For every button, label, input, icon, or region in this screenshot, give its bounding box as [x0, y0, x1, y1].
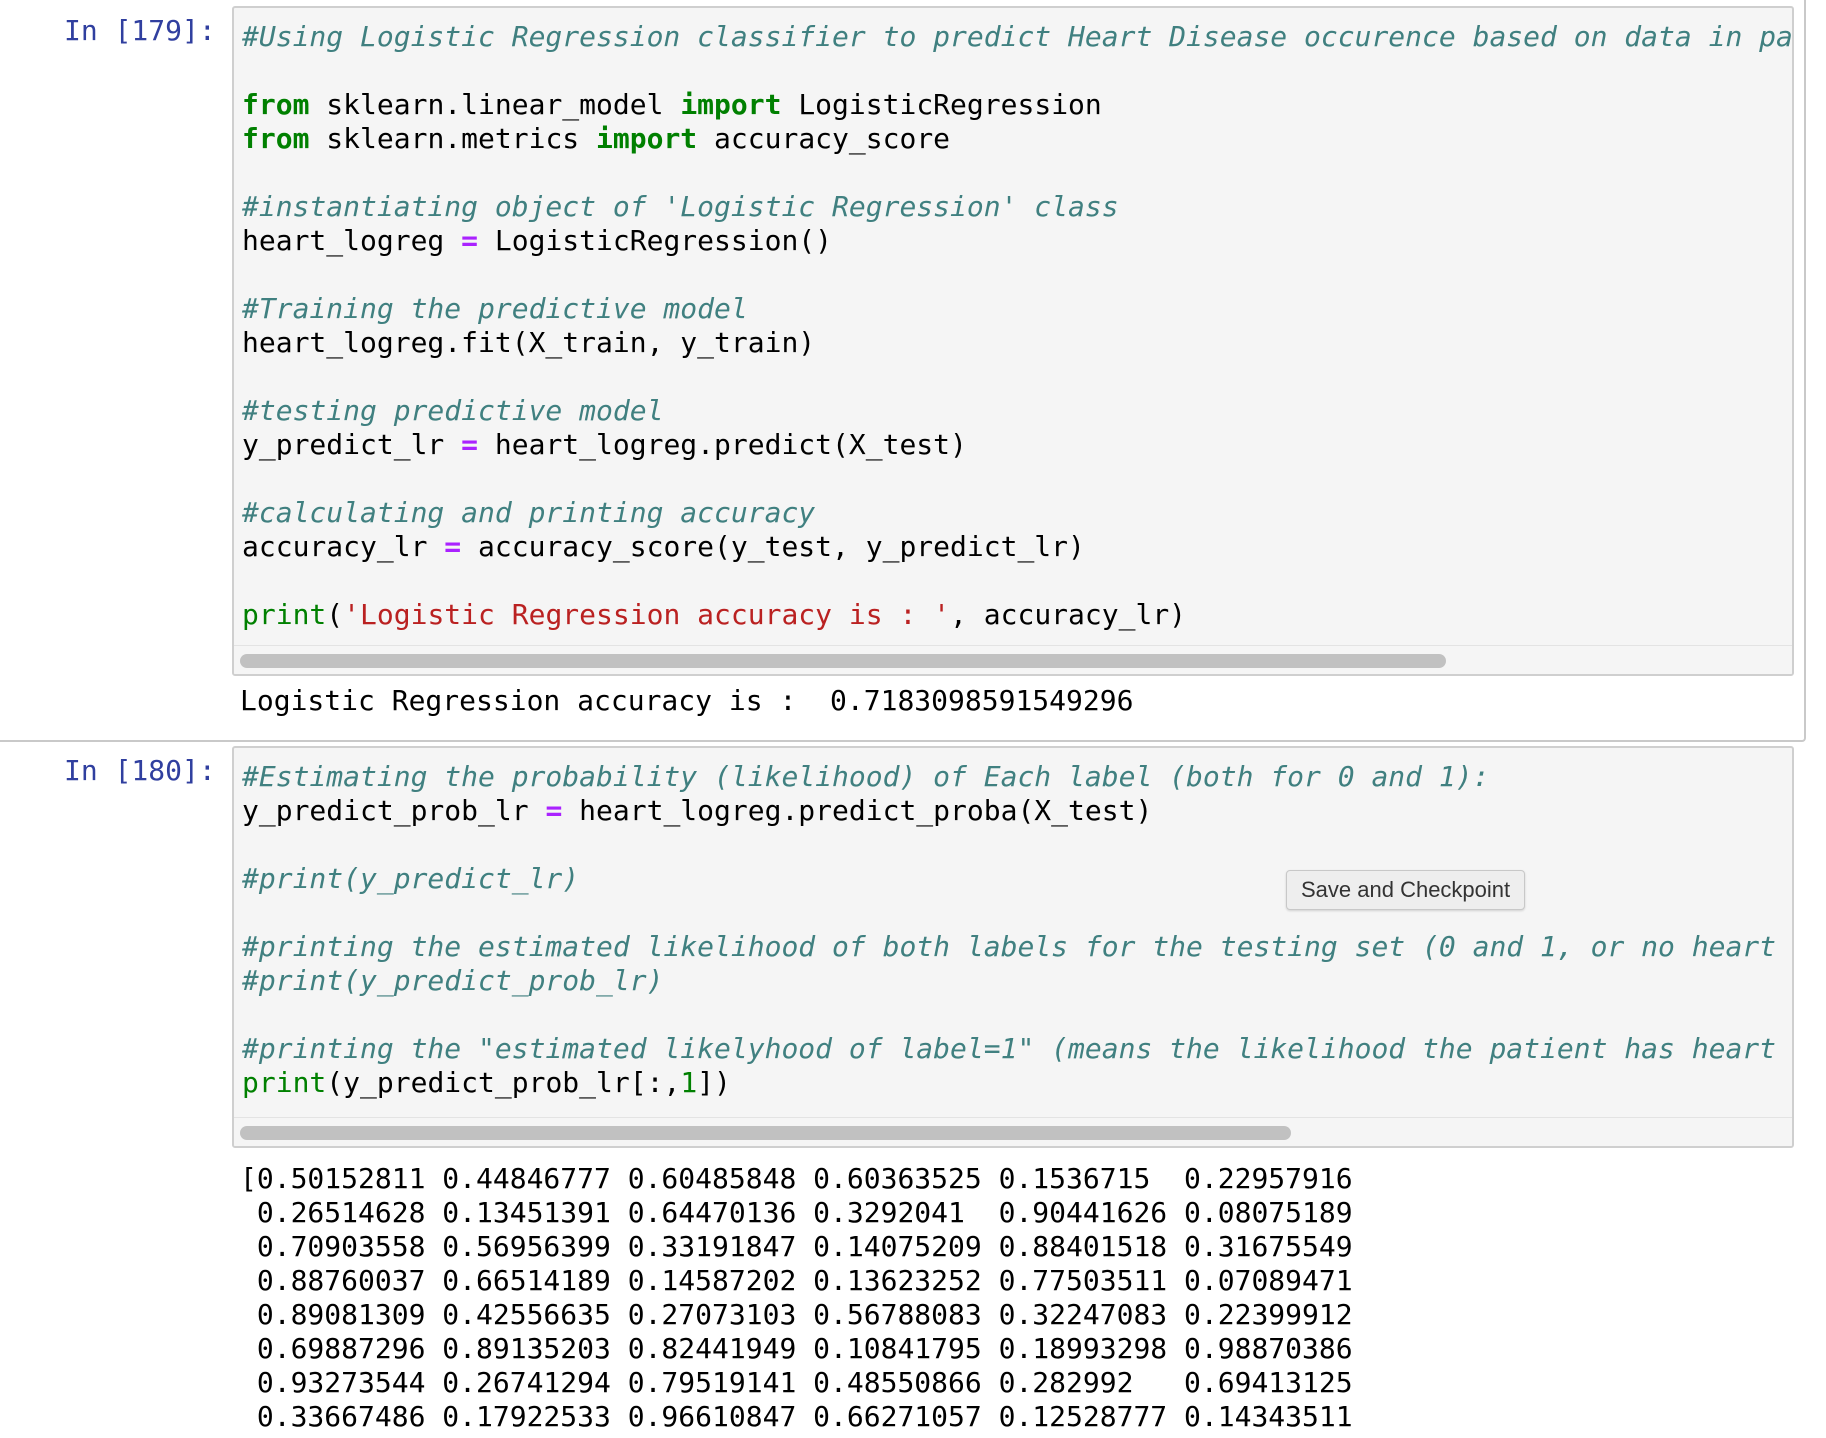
cell-output: Logistic Regression accuracy is : 0.7183…: [240, 684, 1133, 718]
code-line[interactable]: [242, 564, 1792, 598]
save-checkpoint-notification: Save and Checkpoint: [1286, 870, 1526, 910]
code-keyword: import: [596, 122, 698, 155]
code-token: ]): [697, 1066, 731, 1099]
code-line[interactable]: #printing the estimated likelihood of bo…: [242, 930, 1792, 964]
code-token: heart_logreg.predict(X_test): [478, 428, 967, 461]
code-operator: =: [461, 428, 479, 461]
code-token: heart_logreg.fit(X_train, y_train): [242, 326, 816, 359]
code-keyword: from: [242, 88, 310, 121]
output-line: Logistic Regression accuracy is : 0.7183…: [240, 684, 1134, 717]
horizontal-scrollbar[interactable]: [234, 645, 1792, 674]
input-prompt: In [180]:: [64, 754, 216, 787]
code-editor[interactable]: #Using Logistic Regression classifier to…: [232, 6, 1794, 676]
code-token: y_predict_prob_lr: [242, 794, 546, 827]
code-token: sklearn.metrics: [309, 122, 597, 155]
code-line[interactable]: #Training the predictive model: [242, 292, 1792, 326]
output-line: 0.89081309 0.42556635 0.27073103 0.56788…: [240, 1298, 1353, 1331]
code-builtin: print: [242, 598, 327, 631]
code-comment: #printing the estimated likelihood of bo…: [242, 930, 1794, 963]
code-number: 1: [680, 1066, 698, 1099]
code-line[interactable]: [242, 896, 1792, 930]
code-line[interactable]: [242, 828, 1792, 862]
code-token: heart_logreg.predict_proba(X_test): [562, 794, 1153, 827]
code-cell-180[interactable]: In [180]: #Estimating the probability (l…: [0, 744, 1826, 1438]
code-token: , accuracy_lr): [950, 598, 1187, 631]
code-text[interactable]: #Estimating the probability (likelihood)…: [234, 748, 1792, 1100]
code-line[interactable]: accuracy_lr = accuracy_score(y_test, y_p…: [242, 530, 1792, 564]
code-line[interactable]: [242, 998, 1792, 1032]
code-operator: =: [444, 530, 462, 563]
code-token: heart_logreg: [242, 224, 462, 257]
code-builtin: print: [242, 1066, 327, 1099]
code-comment: #testing predictive model: [242, 394, 664, 427]
code-line[interactable]: #printing the "estimated likelyhood of l…: [242, 1032, 1792, 1066]
code-comment: #printing the "estimated likelyhood of l…: [242, 1032, 1794, 1065]
code-line[interactable]: [242, 54, 1792, 88]
code-editor[interactable]: #Estimating the probability (likelihood)…: [232, 746, 1794, 1148]
code-comment: #instantiating object of 'Logistic Regre…: [242, 190, 1119, 223]
code-operator: =: [461, 224, 479, 257]
code-cell-179[interactable]: In [179]: #Using Logistic Regression cla…: [0, 0, 1806, 742]
code-line[interactable]: print(y_predict_prob_lr[:,1]): [242, 1066, 1792, 1100]
code-line[interactable]: [242, 462, 1792, 496]
code-line[interactable]: #print(y_predict_prob_lr): [242, 964, 1792, 998]
code-comment: #Training the predictive model: [242, 292, 748, 325]
code-token: (: [326, 598, 344, 631]
cell-output: [0.50152811 0.44846777 0.60485848 0.6036…: [240, 1162, 1353, 1434]
code-line[interactable]: [242, 156, 1792, 190]
code-token: y_predict_lr: [242, 428, 462, 461]
code-line[interactable]: [242, 360, 1792, 394]
code-operator: =: [545, 794, 563, 827]
scrollbar-thumb[interactable]: [240, 1126, 1291, 1140]
code-line[interactable]: heart_logreg.fit(X_train, y_train): [242, 326, 1792, 360]
code-line[interactable]: from sklearn.metrics import accuracy_sco…: [242, 122, 1792, 156]
code-token: LogisticRegression: [781, 88, 1102, 121]
horizontal-scrollbar[interactable]: [234, 1117, 1792, 1146]
code-line[interactable]: [242, 258, 1792, 292]
code-token: LogisticRegression(): [478, 224, 833, 257]
input-prompt: In [179]:: [64, 14, 216, 47]
code-line[interactable]: heart_logreg = LogisticRegression(): [242, 224, 1792, 258]
code-line[interactable]: y_predict_lr = heart_logreg.predict(X_te…: [242, 428, 1792, 462]
code-comment: #Estimating the probability (likelihood)…: [242, 760, 1490, 793]
output-line: 0.88760037 0.66514189 0.14587202 0.13623…: [240, 1264, 1353, 1297]
output-line: 0.33667486 0.17922533 0.96610847 0.66271…: [240, 1400, 1353, 1433]
code-line[interactable]: #Using Logistic Regression classifier to…: [242, 20, 1792, 54]
code-line[interactable]: print('Logistic Regression accuracy is :…: [242, 598, 1792, 632]
code-comment: #print(y_predict_prob_lr): [242, 964, 664, 997]
code-keyword: import: [680, 88, 782, 121]
code-line[interactable]: #calculating and printing accuracy: [242, 496, 1792, 530]
code-string: 'Logistic Regression accuracy is : ': [343, 598, 951, 631]
code-text[interactable]: #Using Logistic Regression classifier to…: [234, 8, 1792, 632]
output-line: 0.26514628 0.13451391 0.64470136 0.32920…: [240, 1196, 1353, 1229]
code-token: sklearn.linear_model: [309, 88, 681, 121]
code-line[interactable]: #instantiating object of 'Logistic Regre…: [242, 190, 1792, 224]
code-token: accuracy_score: [697, 122, 951, 155]
code-line[interactable]: #Estimating the probability (likelihood)…: [242, 760, 1792, 794]
code-line[interactable]: #print(y_predict_lr): [242, 862, 1792, 896]
code-line[interactable]: #testing predictive model: [242, 394, 1792, 428]
code-token: (y_predict_prob_lr[:,: [326, 1066, 681, 1099]
scrollbar-thumb[interactable]: [240, 654, 1446, 668]
code-line[interactable]: y_predict_prob_lr = heart_logreg.predict…: [242, 794, 1792, 828]
code-line[interactable]: from sklearn.linear_model import Logisti…: [242, 88, 1792, 122]
code-token: accuracy_lr: [242, 530, 445, 563]
code-comment: #print(y_predict_lr): [242, 862, 580, 895]
code-keyword: from: [242, 122, 310, 155]
output-line: 0.69887296 0.89135203 0.82441949 0.10841…: [240, 1332, 1353, 1365]
output-line: 0.93273544 0.26741294 0.79519141 0.48550…: [240, 1366, 1353, 1399]
code-comment: #Using Logistic Regression classifier to…: [242, 20, 1793, 53]
output-line: [0.50152811 0.44846777 0.60485848 0.6036…: [240, 1162, 1353, 1195]
code-comment: #calculating and printing accuracy: [242, 496, 816, 529]
code-token: accuracy_score(y_test, y_predict_lr): [461, 530, 1085, 563]
output-line: 0.70903558 0.56956399 0.33191847 0.14075…: [240, 1230, 1353, 1263]
